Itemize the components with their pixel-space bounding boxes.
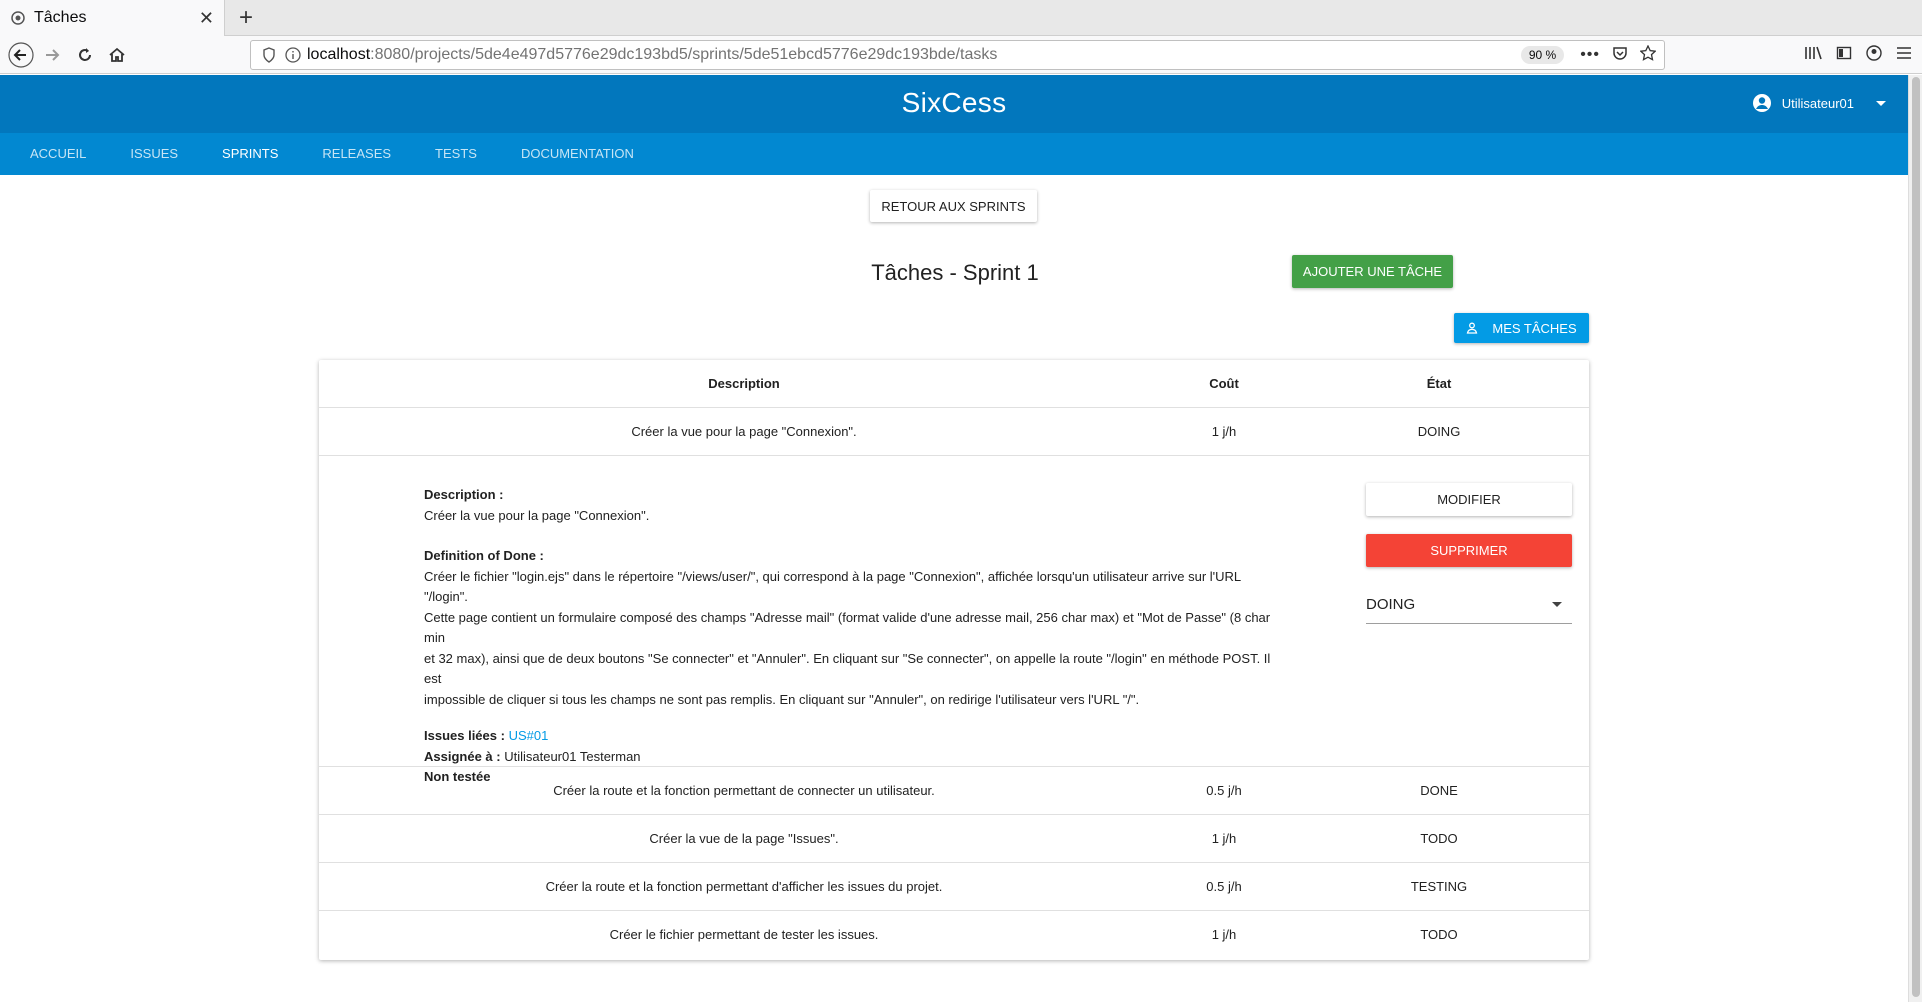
header-state: État: [1426, 376, 1452, 391]
table-row[interactable]: Créer la vue pour la page "Connexion". 1…: [319, 408, 1589, 456]
more-actions-icon[interactable]: •••: [1580, 46, 1600, 64]
browser-tab-title: Tâches: [34, 9, 87, 26]
table-row[interactable]: Créer la route et la fonction permettant…: [319, 863, 1589, 911]
back-arrow-icon[interactable]: [6, 41, 36, 69]
task-description: Créer la route et la fonction permettant…: [545, 879, 943, 894]
task-description: Créer la vue de la page "Issues".: [649, 831, 839, 846]
tab-tests[interactable]: TESTS: [413, 133, 499, 175]
task-cost: 0.5 j/h: [1206, 879, 1242, 894]
back-to-sprints-button[interactable]: RETOUR AUX SPRINTS: [870, 190, 1037, 222]
detail-dod-line: impossible de cliquer si tous les champs…: [424, 691, 1140, 707]
library-icon[interactable]: [1804, 45, 1822, 66]
task-description: Créer la vue pour la page "Connexion".: [631, 424, 857, 439]
task-state: TODO: [1420, 831, 1458, 846]
home-icon[interactable]: [102, 41, 132, 69]
tab-accueil[interactable]: ACCUEIL: [8, 133, 108, 175]
task-state: DONE: [1420, 783, 1458, 798]
info-icon[interactable]: [283, 45, 303, 65]
tab-sprints[interactable]: SPRINTS: [200, 133, 300, 175]
caret-down-icon: [1552, 602, 1562, 607]
my-tasks-button[interactable]: MES TÂCHES: [1454, 313, 1589, 343]
firefox-icon: [10, 10, 26, 26]
header-cost: Coût: [1209, 376, 1239, 391]
detail-assigned: Assignée à : Utilisateur01 Testerman: [424, 747, 1284, 768]
caret-down-icon: [1876, 100, 1886, 106]
browser-tab[interactable]: Tâches ✕: [0, 0, 225, 36]
tab-releases[interactable]: RELEASES: [300, 133, 413, 175]
task-detail-text: Description : Créer la vue pour la page …: [424, 485, 1284, 788]
tasks-table: Description Coût État Créer la vue pour …: [319, 360, 1589, 960]
state-select[interactable]: DOING: [1366, 586, 1572, 624]
table-header: Description Coût État: [319, 360, 1589, 408]
app-title[interactable]: SixCess: [0, 87, 1908, 119]
table-row[interactable]: Créer le fichier permettant de tester le…: [319, 911, 1589, 959]
detail-dod-line: Cette page contient un formulaire compos…: [424, 609, 1271, 646]
task-state: TODO: [1420, 927, 1458, 942]
menu-icon[interactable]: [1896, 46, 1912, 65]
tab-documentation[interactable]: DOCUMENTATION: [499, 133, 656, 175]
detail-issues: Issues liées : US#01: [424, 726, 1284, 747]
zoom-level[interactable]: 90 %: [1520, 46, 1565, 64]
task-cost: 0.5 j/h: [1206, 783, 1242, 798]
person-icon: [1467, 322, 1478, 334]
detail-assigned-value: Utilisateur01 Testerman: [504, 748, 641, 764]
task-cost: 1 j/h: [1211, 424, 1237, 439]
detail-issues-label: Issues liées :: [424, 728, 505, 743]
bookmark-star-icon[interactable]: [1639, 43, 1657, 66]
user-menu[interactable]: Utilisateur01: [1752, 93, 1886, 113]
url-bar[interactable]: localhost:8080/projects/5de4e497d5776e29…: [250, 40, 1665, 70]
pocket-icon[interactable]: [1612, 45, 1628, 66]
detail-description: Créer la vue pour la page "Connexion".: [424, 507, 650, 523]
tab-issues[interactable]: ISSUES: [108, 133, 200, 175]
url-text: localhost:8080/projects/5de4e497d5776e29…: [307, 46, 998, 63]
my-tasks-label: MES TÂCHES: [1492, 320, 1577, 336]
header-description: Description: [708, 376, 780, 391]
detail-dod-line: Créer le fichier "login.ejs" dans le rép…: [424, 568, 1241, 605]
task-description: Créer la route et la fonction permettant…: [553, 783, 935, 798]
detail-assigned-label: Assignée à :: [424, 748, 501, 764]
task-state: DOING: [1417, 424, 1461, 439]
detail-dod-line: et 32 max), ainsi que de deux boutons "S…: [424, 650, 1271, 687]
task-cost: 1 j/h: [1211, 927, 1237, 942]
issue-link[interactable]: US#01: [509, 728, 549, 743]
state-select-value: DOING: [1366, 596, 1416, 613]
delete-button[interactable]: SUPPRIMER: [1366, 534, 1572, 567]
page-title: Tâches - Sprint 1: [871, 260, 1039, 285]
account-icon[interactable]: [1866, 44, 1882, 66]
page-content: SixCess Utilisateur01 ACCUEIL ISSUES SPR…: [0, 75, 1908, 1002]
shield-icon[interactable]: [259, 45, 279, 65]
browser-nav-bar: localhost:8080/projects/5de4e497d5776e29…: [0, 36, 1922, 74]
task-cost: 1 j/h: [1211, 831, 1237, 846]
browser-tab-bar: Tâches ✕ +: [0, 0, 1922, 36]
user-avatar-icon: [1752, 94, 1771, 112]
task-state: TESTING: [1410, 879, 1468, 894]
forward-arrow-icon[interactable]: [38, 41, 68, 69]
table-row[interactable]: Créer la route et la fonction permettant…: [319, 767, 1589, 815]
page-scrollbar[interactable]: [1908, 75, 1922, 1002]
table-row[interactable]: Créer la vue de la page "Issues". 1 j/h …: [319, 815, 1589, 863]
sidebar-icon[interactable]: [1836, 45, 1852, 66]
scrollbar-thumb[interactable]: [1912, 77, 1920, 997]
reload-icon[interactable]: [70, 41, 100, 69]
add-task-button[interactable]: AJOUTER UNE TÂCHE: [1292, 255, 1453, 288]
detail-description-label: Description :: [424, 487, 504, 502]
new-tab-icon[interactable]: +: [232, 4, 260, 32]
task-description: Créer le fichier permettant de tester le…: [609, 927, 879, 942]
user-name: Utilisateur01: [1781, 95, 1854, 111]
task-detail-panel: Description : Créer la vue pour la page …: [319, 456, 1589, 784]
modify-button[interactable]: MODIFIER: [1366, 483, 1572, 516]
app-header: SixCess Utilisateur01: [0, 75, 1908, 133]
detail-dod-label: Definition of Done :: [424, 548, 544, 563]
main-nav-tabs: ACCUEIL ISSUES SPRINTS RELEASES TESTS DO…: [0, 133, 1908, 175]
close-tab-icon[interactable]: ✕: [199, 8, 214, 29]
